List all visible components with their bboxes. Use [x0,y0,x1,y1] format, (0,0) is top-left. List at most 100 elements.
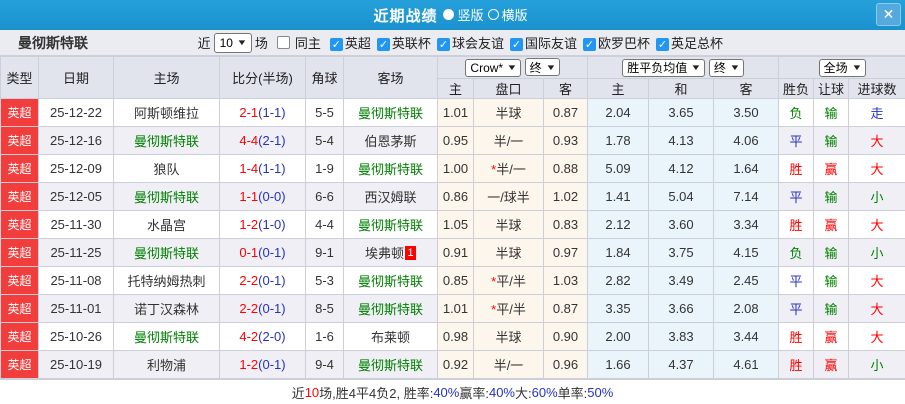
cell-score: 1-4(1-1) [219,154,306,183]
cell-away-team: 曼彻斯特联 [343,350,438,379]
cell-date: 25-12-05 [38,182,114,211]
cell-away-team: 布莱顿 [343,322,438,351]
cell-corners: 5-4 [305,126,344,155]
cell-avg-draw: 3.49 [648,266,714,295]
cell-handicap: 半/一 [473,350,544,379]
view-radio-label-1[interactable]: 横版 [502,8,528,23]
cell-result-handicap: 输 [813,294,850,323]
cell-avg-win: 2.04 [587,98,649,127]
cell-odds-home: 0.95 [437,126,474,155]
odds-final-select[interactable]: 终 ▼ [524,58,560,77]
cell-result-handicap: 输 [813,98,850,127]
league-checkbox-label-2[interactable]: 球会友谊 [452,36,504,51]
cell-handicap: *半/一 [473,154,544,183]
avg-type-select[interactable]: 胜平负均值 ▼ [622,58,706,77]
view-radio-label-0[interactable]: 竖版 [457,8,483,23]
cell-avg-lose: 4.61 [712,350,780,379]
view-radio-0[interactable] [443,9,455,20]
cell-handicap: 半/一 [473,126,544,155]
cell-avg-draw: 5.04 [648,182,714,211]
cell-result-handicap: 输 [813,126,850,155]
col-header-corner: 角球 [305,56,344,99]
cell-avg-draw: 3.83 [648,322,714,351]
cell-home-team: 曼彻斯特联 [113,126,220,155]
view-radio-1[interactable] [487,9,499,20]
recent-results-window: 近期战绩 竖版 横版 ✕ 曼彻斯特联 近 10 ▼ 场 同主 ✓ 英超 ✓ 英联杯 ✓ 球会… [0,0,905,404]
window-title: 近期战绩 [373,7,438,25]
cell-avg-win: 1.41 [587,182,649,211]
close-icon: ✕ [882,6,895,22]
league-checkbox-label-3[interactable]: 国际友谊 [525,36,577,51]
cell-corners: 5-3 [305,266,344,295]
cell-league-type: 英超 [0,98,39,127]
cell-avg-draw: 4.12 [648,154,714,183]
cell-odds-home: 0.98 [437,322,474,351]
league-checkbox-1[interactable]: ✓ [376,38,390,51]
same-home-checkbox[interactable] [276,36,290,49]
league-checkbox-4[interactable]: ✓ [582,38,596,51]
summary-segment: 场,胜4平4负2, 胜率: [319,385,434,401]
cell-home-team: 托特纳姆热刺 [113,266,220,295]
cell-score: 2-2(0-1) [219,266,306,295]
cell-home-team: 曼彻斯特联 [113,322,220,351]
cell-result-goals: 走 [848,98,905,127]
cell-corners: 9-4 [305,350,344,379]
cell-score: 0-1(0-1) [219,238,306,267]
cell-handicap: 半球 [473,98,544,127]
cell-result-wdl: 负 [778,238,815,267]
scope-select[interactable]: 全场 ▼ [818,58,866,77]
cell-home-team: 利物浦 [113,350,220,379]
recent-count-select[interactable]: 10 ▼ [213,32,252,53]
cell-avg-draw: 3.60 [648,210,714,239]
cell-odds-away: 1.03 [543,266,588,295]
cell-score: 1-2(1-0) [219,210,306,239]
cell-avg-draw: 3.75 [648,238,714,267]
cell-odds-home: 0.91 [437,238,474,267]
league-checkbox-label-5[interactable]: 英足总杯 [671,36,723,51]
table-row: 英超 25-10-19 利物浦 1-2(0-1) 9-4 曼彻斯特联 0.92 半/一 0.96… [0,350,905,379]
cell-avg-win: 1.66 [587,350,649,379]
summary-segment: 近 [291,385,305,401]
league-checkbox-5[interactable]: ✓ [655,38,669,51]
league-checkbox-0[interactable]: ✓ [329,38,343,51]
summary-segment: 50% [587,384,614,400]
chevron-down-icon: ▼ [690,63,702,72]
cell-result-goals: 大 [848,322,905,351]
close-button[interactable]: ✕ [876,3,901,26]
cell-score: 4-2(2-0) [219,322,306,351]
cell-score: 4-4(2-1) [219,126,306,155]
cell-avg-lose: 4.06 [712,126,780,155]
table-row: 英超 25-12-09 狼队 1-4(1-1) 1-9 曼彻斯特联 1.00 *半/一 0.88… [0,154,905,183]
league-checkbox-label-1[interactable]: 英联杯 [392,36,431,51]
cell-date: 25-11-25 [38,238,114,267]
table-row: 英超 25-11-01 诺丁汉森林 2-2(0-1) 8-5 曼彻斯特联 1.01 *平/半 0… [0,294,905,323]
cell-away-team: 曼彻斯特联 [343,98,438,127]
odds-source-select[interactable]: Crow* ▼ [465,58,522,77]
cell-odds-away: 0.90 [543,322,588,351]
cell-result-wdl: 胜 [778,210,815,239]
table-row: 英超 25-12-16 曼彻斯特联 4-4(2-1) 5-4 伯恩茅斯 0.95 半/一 0.9… [0,126,905,155]
cell-result-wdl: 负 [778,98,815,127]
league-checkbox-3[interactable]: ✓ [509,38,523,51]
cell-away-team: 曼彻斯特联 [343,210,438,239]
cell-handicap: 半球 [473,322,544,351]
cell-result-wdl: 平 [778,294,815,323]
chevron-down-icon: ▼ [506,63,518,73]
league-checkbox-label-4[interactable]: 欧罗巴杯 [598,36,650,51]
recent-prefix-label: 近 [197,36,211,51]
cell-date: 25-10-19 [38,350,114,379]
view-mode-radios: 竖版 横版 [443,5,531,25]
cell-away-team: 曼彻斯特联 [343,266,438,295]
league-checkbox-label-0[interactable]: 英超 [345,36,371,51]
table-row: 英超 25-12-22 阿斯顿维拉 2-1(1-1) 5-5 曼彻斯特联 1.01 半球 0.8… [0,98,905,127]
cell-league-type: 英超 [0,210,39,239]
cell-handicap: *平/半 [473,266,544,295]
summary-segment: 大: [515,385,532,401]
cell-home-team: 诺丁汉森林 [113,294,220,323]
same-home-label[interactable]: 同主 [295,33,321,52]
league-checkbox-2[interactable]: ✓ [436,38,450,51]
cell-odds-home: 0.86 [437,182,474,211]
avg-final-select[interactable]: 终 ▼ [708,58,744,77]
cell-odds-away: 0.96 [543,350,588,379]
cell-date: 25-12-22 [38,98,114,127]
